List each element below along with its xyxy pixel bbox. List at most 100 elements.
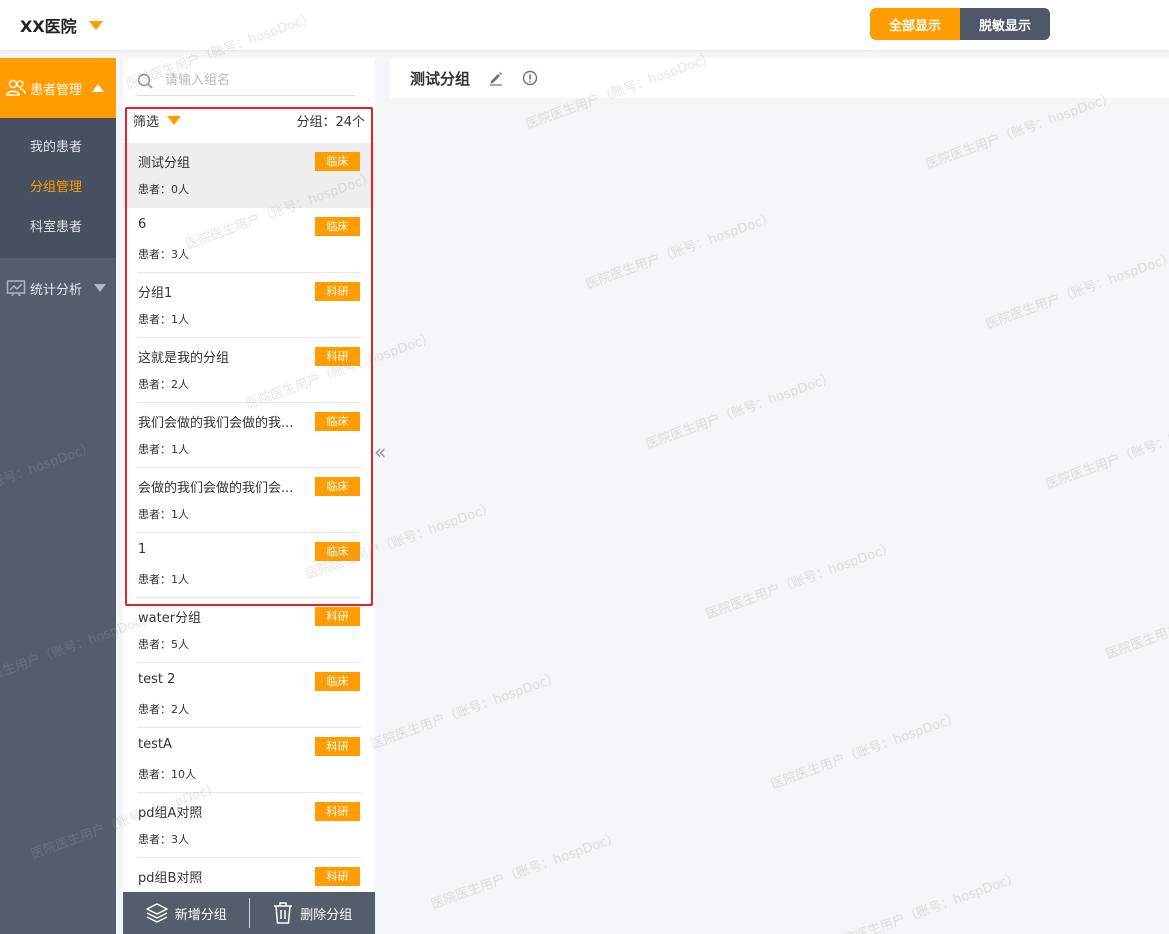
nav-group-statistics[interactable]: 统计分析 <box>0 258 116 318</box>
group-search-input[interactable] <box>165 73 335 88</box>
watermark-text: 医院医生用户（账号：hospDoc） <box>644 370 837 453</box>
caret-down-icon <box>94 284 107 292</box>
chart-icon <box>6 280 26 297</box>
watermark-text: 医院医生用户（账号：hospDoc） <box>1104 580 1169 663</box>
group-patient-count: 患者：2人 <box>138 703 189 716</box>
group-name: 1 <box>138 542 147 557</box>
group-item[interactable]: 1 临床 患者：1人 <box>123 533 375 598</box>
group-name: 分组1 <box>138 286 173 301</box>
watermark-text: 医院医生用户（账号：hospDoc） <box>984 250 1169 333</box>
group-list-panel: 筛选 分组：24个 测试分组 临床 患者：0人 6 临床 患者：3人 分组1 科… <box>123 58 375 934</box>
group-item[interactable]: 6 临床 患者：3人 <box>123 208 375 273</box>
group-type-badge: 科研 <box>315 607 360 626</box>
nav-group-patient-management[interactable]: 患者管理 <box>0 58 116 118</box>
group-list: 测试分组 临床 患者：0人 6 临床 患者：3人 分组1 科研 患者：1人 这就… <box>123 143 375 892</box>
delete-group-label: 删除分组 <box>300 907 353 923</box>
group-name: pd组A对照 <box>138 806 203 821</box>
group-patient-count: 患者：10人 <box>138 768 196 781</box>
group-type-badge: 科研 <box>315 802 360 821</box>
group-item[interactable]: 测试分组 临床 患者：0人 <box>123 143 375 208</box>
collapse-panel-icon[interactable]: « <box>374 440 386 464</box>
group-item[interactable]: testA 科研 患者：10人 <box>123 728 375 793</box>
group-search <box>137 66 355 96</box>
watermark-text: 医院医生用户（账号：hospDoc） <box>924 90 1117 173</box>
group-item[interactable]: test 2 临床 患者：2人 <box>123 663 375 728</box>
add-group-button[interactable]: 新增分组 <box>123 902 249 924</box>
group-patient-count: 患者：2人 <box>138 378 189 391</box>
group-patient-count: 患者：1人 <box>138 508 189 521</box>
group-name: testA <box>138 737 172 752</box>
show-all-button[interactable]: 全部显示 <box>870 8 960 40</box>
group-actions-bar: 新增分组 删除分组 <box>123 892 375 934</box>
group-type-badge: 临床 <box>315 672 360 691</box>
mask-display-button[interactable]: 脱敏显示 <box>960 8 1050 40</box>
group-name: pd组B对照 <box>138 871 203 886</box>
nav-group-label: 患者管理 <box>30 82 83 98</box>
group-type-badge: 临床 <box>315 152 360 171</box>
caret-down-icon <box>167 115 182 125</box>
caret-down-icon <box>88 20 103 30</box>
watermark-text: 医院医生用户（账号：hospDoc） <box>1044 410 1169 493</box>
search-icon <box>137 73 153 89</box>
group-patient-count: 患者：5人 <box>138 638 189 651</box>
sidebar-item-my-patients[interactable]: 我的患者 <box>0 128 116 168</box>
sidebar-item-department-patients[interactable]: 科室患者 <box>0 208 116 248</box>
layers-icon <box>145 903 168 923</box>
nav-group-label: 统计分析 <box>30 282 83 298</box>
group-item[interactable]: water分组 科研 患者：5人 <box>123 598 375 663</box>
nav-submenu: 我的患者 分组管理 科室患者 <box>0 118 116 258</box>
edit-icon[interactable] <box>488 70 504 86</box>
main-header: 测试分组 <box>390 58 1169 98</box>
sidebar-item-group-management[interactable]: 分组管理 <box>0 168 116 208</box>
group-type-badge: 科研 <box>315 282 360 301</box>
group-patient-count: 患者：3人 <box>138 248 189 261</box>
group-item[interactable]: pd组B对照 科研 <box>123 858 375 892</box>
group-name: 测试分组 <box>138 156 191 171</box>
group-patient-count: 患者：3人 <box>138 833 189 846</box>
group-patient-count: 患者：1人 <box>138 313 189 326</box>
users-icon <box>6 79 26 96</box>
hospital-selector[interactable]: XX医院 <box>20 13 103 37</box>
group-name: water分组 <box>138 611 202 626</box>
watermark-text: 医院医生用户（账号：hospDoc） <box>829 870 1022 934</box>
add-group-label: 新增分组 <box>174 907 227 923</box>
filter-label: 筛选 <box>133 114 160 130</box>
watermark-text: 医院医生用户（账号：hospDoc） <box>769 710 962 793</box>
group-name: 6 <box>138 217 147 232</box>
group-patient-count: 患者：1人 <box>138 573 189 586</box>
group-item[interactable]: 我们会做的我们会做的我... 临床 患者：1人 <box>123 403 375 468</box>
group-patient-count: 患者：0人 <box>138 183 189 196</box>
display-mode-toggle: 全部显示 脱敏显示 <box>870 8 1050 40</box>
group-type-badge: 临床 <box>315 477 360 496</box>
group-name: 会做的我们会做的我们会... <box>138 481 294 496</box>
sidebar-nav: 患者管理 我的患者 分组管理 科室患者 统计分析 <box>0 58 116 934</box>
caret-up-icon <box>92 84 105 92</box>
watermark-text: 医院医生用户（账号：hospDoc） <box>369 670 562 753</box>
group-type-badge: 临床 <box>315 412 360 431</box>
group-item[interactable]: 这就是我的分组 科研 患者：2人 <box>123 338 375 403</box>
group-count: 分组：24个 <box>296 114 365 130</box>
group-patient-count: 患者：1人 <box>138 443 189 456</box>
delete-group-button[interactable]: 删除分组 <box>250 901 376 925</box>
group-type-badge: 科研 <box>315 347 360 366</box>
group-type-badge: 临床 <box>315 217 360 236</box>
group-name: 我们会做的我们会做的我... <box>138 416 294 431</box>
page-title: 测试分组 <box>410 69 471 88</box>
group-item[interactable]: 分组1 科研 患者：1人 <box>123 273 375 338</box>
group-item[interactable]: 会做的我们会做的我们会... 临床 患者：1人 <box>123 468 375 533</box>
filter-dropdown[interactable]: 筛选 <box>133 111 182 130</box>
group-type-badge: 临床 <box>315 542 360 561</box>
watermark-text: 医院医生用户（账号：hospDoc） <box>704 540 897 623</box>
group-type-badge: 科研 <box>315 867 360 886</box>
info-icon[interactable] <box>522 70 538 86</box>
watermark-text: 医院医生用户（账号：hospDoc） <box>429 830 622 913</box>
watermark-text: 医院医生用户（账号：hospDoc） <box>584 210 777 293</box>
top-header: XX医院 全部显示 脱敏显示 <box>0 0 1169 50</box>
trash-icon <box>274 902 293 924</box>
group-item[interactable]: pd组A对照 科研 患者：3人 <box>123 793 375 858</box>
group-type-badge: 科研 <box>315 737 360 756</box>
filter-bar: 筛选 分组：24个 <box>123 108 375 132</box>
group-name: 这就是我的分组 <box>138 351 230 366</box>
group-name: test 2 <box>138 672 176 687</box>
hospital-name: XX医院 <box>20 17 77 36</box>
